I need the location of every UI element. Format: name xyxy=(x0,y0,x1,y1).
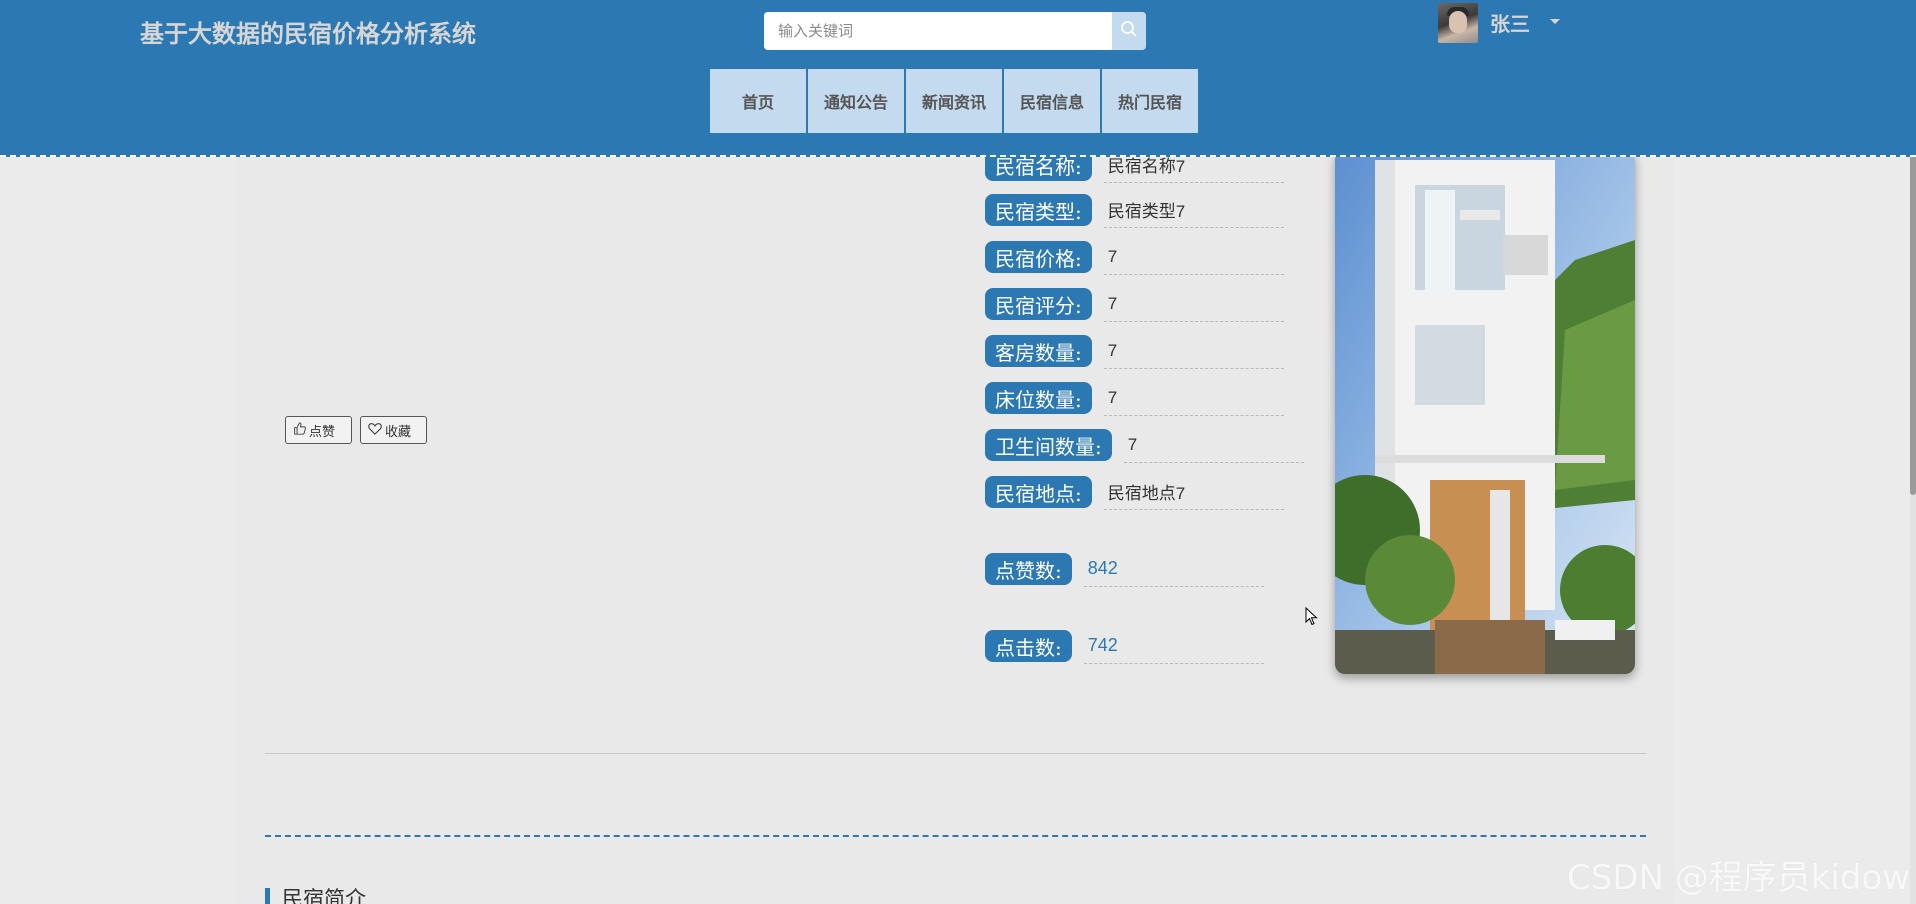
clicks-count-label: 点击数: xyxy=(985,630,1072,662)
detail-label: 民宿价格: xyxy=(985,241,1092,273)
detail-value: 7 xyxy=(1123,427,1304,463)
search-box xyxy=(764,12,1146,50)
detail-value: 7 xyxy=(1103,286,1284,322)
detail-row-price: 民宿价格: 7 xyxy=(985,239,1284,275)
nav-item-notices[interactable]: 通知公告 xyxy=(808,69,904,133)
like-button[interactable]: 点赞 xyxy=(285,416,352,444)
site-header: 基于大数据的民宿价格分析系统 张三 首页 通知公告 新闻资讯 民宿信息 热门民宿 xyxy=(0,0,1916,157)
detail-label: 床位数量: xyxy=(985,382,1092,414)
section-title: 民宿简介 xyxy=(265,888,366,904)
detail-row-beds: 床位数量: 7 xyxy=(985,380,1284,416)
main-nav: 首页 通知公告 新闻资讯 民宿信息 热门民宿 xyxy=(710,69,1200,133)
clicks-count-value: 742 xyxy=(1083,628,1264,664)
watermark: CSDN @程序员kidow xyxy=(1567,858,1911,898)
detail-label: 民宿评分: xyxy=(985,288,1092,320)
chevron-down-icon[interactable] xyxy=(1550,19,1560,24)
detail-row-rating: 民宿评分: 7 xyxy=(985,286,1284,322)
likes-count-label: 点赞数: xyxy=(985,553,1072,585)
favorite-button-label: 收藏 xyxy=(385,423,412,439)
nav-item-news[interactable]: 新闻资讯 xyxy=(906,69,1002,133)
likes-count-value: 842 xyxy=(1083,551,1264,587)
scrollbar-thumb[interactable] xyxy=(1910,105,1916,495)
nav-item-home[interactable]: 首页 xyxy=(710,69,806,133)
search-icon xyxy=(1120,20,1138,43)
detail-value: 民宿类型7 xyxy=(1103,192,1284,228)
like-button-label: 点赞 xyxy=(309,423,336,439)
site-title: 基于大数据的民宿价格分析系统 xyxy=(140,20,476,48)
page: 点赞 收藏 民宿名称: 民宿名称7 民宿类型: 民宿类型7 民宿价格: 7 民宿… xyxy=(0,0,1916,904)
detail-row-type: 民宿类型: 民宿类型7 xyxy=(985,192,1284,228)
detail-value: 7 xyxy=(1103,333,1284,369)
detail-label: 民宿地点: xyxy=(985,476,1092,508)
clicks-count-row: 点击数: 742 xyxy=(985,628,1264,664)
detail-row-rooms: 客房数量: 7 xyxy=(985,333,1284,369)
divider xyxy=(265,753,1646,754)
detail-value: 7 xyxy=(1103,380,1284,416)
nav-item-popular[interactable]: 热门民宿 xyxy=(1102,69,1198,133)
detail-row-location: 民宿地点: 民宿地点7 xyxy=(985,474,1284,510)
thumbs-up-icon xyxy=(293,422,306,438)
heart-icon xyxy=(368,422,382,438)
detail-label: 卫生间数量: xyxy=(985,429,1112,461)
username[interactable]: 张三 xyxy=(1490,8,1530,37)
detail-value: 民宿地点7 xyxy=(1103,474,1284,510)
detail-row-bathrooms: 卫生间数量: 7 xyxy=(985,427,1304,463)
detail-label: 民宿类型: xyxy=(985,194,1092,226)
search-button[interactable] xyxy=(1112,12,1146,50)
favorite-button[interactable]: 收藏 xyxy=(360,416,427,444)
detail-label: 客房数量: xyxy=(985,335,1092,367)
avatar[interactable] xyxy=(1438,3,1478,43)
nav-item-homestays[interactable]: 民宿信息 xyxy=(1004,69,1100,133)
mouse-cursor-icon xyxy=(1305,606,1319,632)
dashed-divider xyxy=(265,835,1646,837)
search-input[interactable] xyxy=(764,12,1092,50)
detail-value: 7 xyxy=(1103,239,1284,275)
likes-count-row: 点赞数: 842 xyxy=(985,551,1264,587)
homestay-photo xyxy=(1335,150,1635,674)
